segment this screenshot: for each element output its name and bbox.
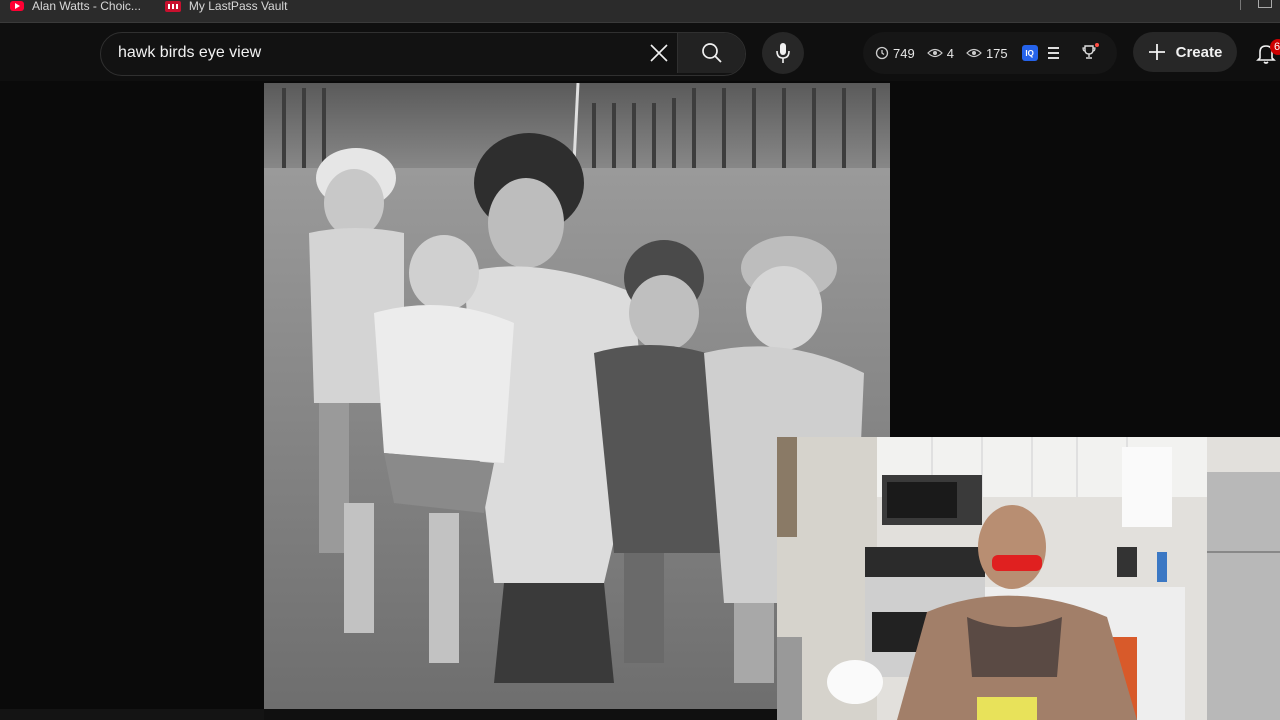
views-count-b: 175 [985, 45, 1008, 61]
youtube-header: 749 4 175 IQ [0, 23, 1280, 81]
image-bottom-edge [264, 709, 777, 720]
create-label: Create [1175, 43, 1223, 61]
voice-search-button[interactable] [762, 32, 804, 74]
views-count-a: 4 [946, 45, 954, 61]
webcam-overlay [777, 437, 1280, 720]
search-icon [702, 43, 722, 63]
eye-icon [966, 48, 982, 58]
views-stat-b: 175 [966, 46, 1008, 61]
search-box [100, 32, 746, 76]
menu-icon[interactable] [1047, 47, 1059, 59]
clock-icon [875, 46, 889, 60]
divider [1240, 0, 1241, 10]
watch-count: 749 [893, 45, 915, 61]
reading-list-icon[interactable] [1258, 0, 1272, 8]
bookmarks-right-controls [1240, 0, 1280, 22]
search-button[interactable] [677, 33, 745, 73]
bookmark-label: Alan Watts - Choic... [32, 0, 141, 13]
trophy-button[interactable] [1081, 42, 1099, 63]
microphone-icon [776, 43, 790, 63]
notification-badge: 6 [1270, 39, 1280, 55]
eye-icon [926, 48, 943, 58]
page-bottom-edge [0, 709, 264, 720]
watch-time-stat: 749 [875, 46, 915, 61]
trophy-indicator [1094, 42, 1099, 47]
views-stat-a: 4 [926, 45, 954, 61]
extension-stats-bar: 749 4 175 IQ [863, 32, 1117, 74]
bookmark-label: My LastPass Vault [188, 0, 288, 13]
bookmarks-bar: Alan Watts - Choic... My LastPass Vault [0, 0, 1280, 23]
plus-icon [1148, 44, 1165, 60]
youtube-icon [10, 1, 24, 11]
extension-icon[interactable]: IQ [1021, 45, 1038, 61]
search-input[interactable] [101, 33, 658, 73]
clear-search-button[interactable] [641, 33, 677, 73]
close-icon [650, 44, 668, 62]
webcam-feed [777, 437, 1280, 720]
create-button[interactable]: Create [1133, 32, 1237, 72]
lastpass-icon [164, 0, 181, 12]
bookmark-alan-watts[interactable]: Alan Watts - Choic... [10, 0, 141, 13]
bookmark-lastpass[interactable]: My LastPass Vault [164, 0, 288, 13]
